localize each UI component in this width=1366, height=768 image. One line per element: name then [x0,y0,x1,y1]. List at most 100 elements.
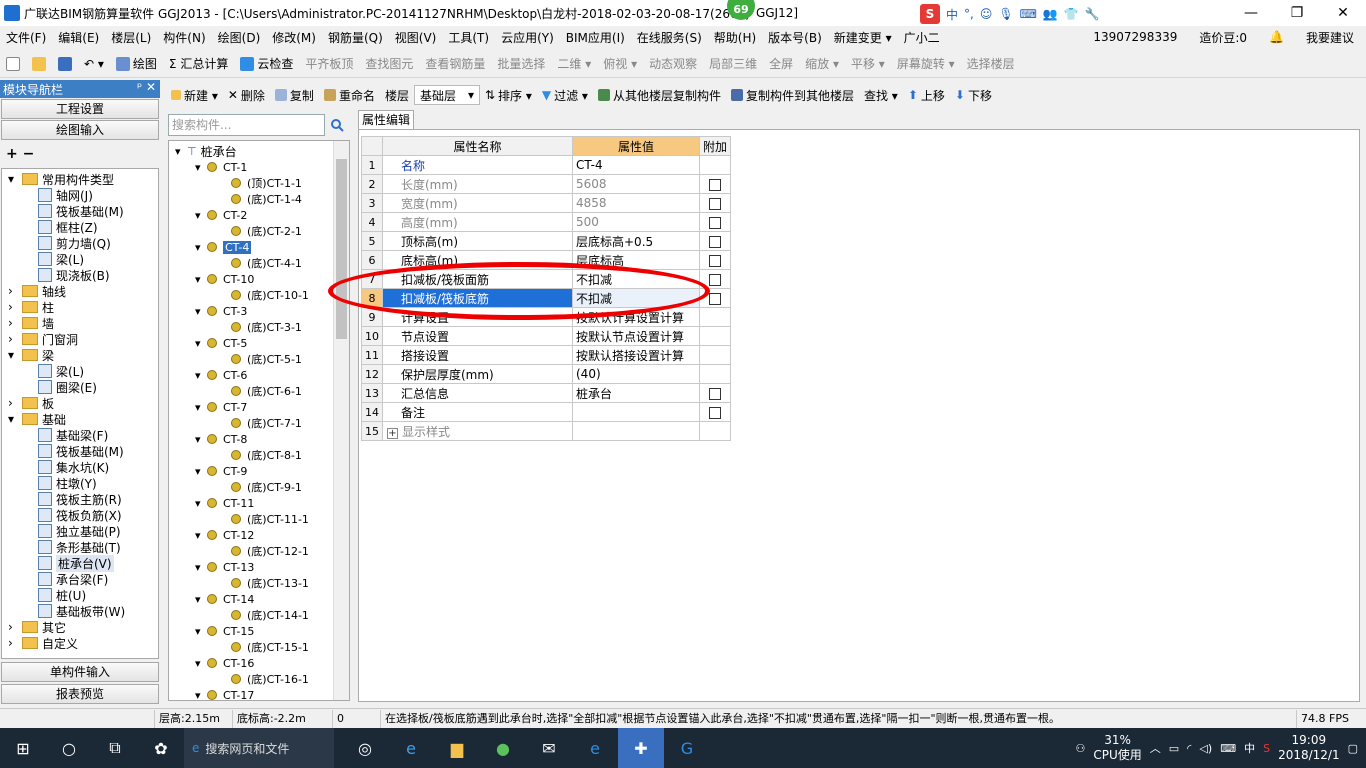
ime-users-icon[interactable]: 👥 [1043,7,1058,21]
people-icon[interactable]: ⚇ [1075,742,1085,755]
component-item[interactable]: ▾ CT-7 [195,399,247,415]
nav-tree-item[interactable]: › 其它 [8,619,66,635]
batch-select-button[interactable]: 批量选择 [491,55,551,72]
nav-tree-item[interactable]: › 门窗洞 [8,331,78,347]
nav-tree-item[interactable]: 独立基础(P) [38,523,121,539]
expand-arrow-icon[interactable]: ▾ [8,412,22,426]
orbit-button[interactable]: 动态观察 [643,55,703,72]
menu-new-change[interactable]: 新建变更 ▾ [828,29,898,46]
expand-icon[interactable]: + [387,427,398,439]
close-button[interactable]: ✕ [1320,0,1366,26]
property-row[interactable]: 12 保护层厚度(mm) (40) [361,364,732,384]
nav-tree-item[interactable]: ▾ 基础 [8,411,66,427]
extra-checkbox[interactable] [709,406,721,419]
expand-arrow-icon[interactable]: ▾ [8,172,22,186]
top-view-button[interactable]: 俯视 ▾ [597,55,643,72]
user-phone[interactable]: 13907298339 [1087,30,1183,44]
network-icon[interactable]: ◜ [1187,742,1191,755]
new-component-button[interactable]: 新建 ▾ [166,87,223,104]
expand-arrow-icon[interactable]: ▾ [195,305,207,318]
component-item[interactable]: ▾ CT-12 [195,527,254,543]
menu-help[interactable]: 帮助(H) [708,29,762,46]
menu-bim[interactable]: BIM应用(I) [560,29,631,46]
menu-edit[interactable]: 编辑(E) [52,29,105,46]
component-item[interactable]: ▾ CT-8 [195,431,247,447]
expand-arrow-icon[interactable]: ▾ [195,337,207,350]
new-file-icon[interactable] [0,56,26,71]
collapse-arrow-icon[interactable]: › [8,332,22,346]
nav-tree-item[interactable]: 框柱(Z) [38,219,98,235]
menu-version[interactable]: 版本号(B) [762,29,828,46]
filter-button[interactable]: ▼ 过滤 ▾ [537,87,593,104]
nav-tree-item[interactable]: 承台梁(F) [38,571,108,587]
nav-tree-item[interactable]: 桩承台(V) [38,554,114,572]
nav-tree-item[interactable]: › 自定义 [8,635,78,651]
select-floor-button[interactable]: 选择楼层 [961,55,1021,72]
property-row[interactable]: 10 节点设置 按默认节点设置计算 [361,326,732,346]
open-file-icon[interactable] [26,56,52,71]
component-item[interactable]: ▾ CT-4 [195,239,252,255]
expand-arrow-icon[interactable]: ▾ [195,593,207,606]
single-component-button[interactable]: 单构件输入 [1,662,159,682]
component-item[interactable]: ▾ CT-6 [195,367,247,383]
ie-icon[interactable]: e [388,728,434,768]
collapse-arrow-icon[interactable]: › [8,396,22,410]
ime-voice-icon[interactable]: 🎙 [998,7,1013,21]
component-item[interactable]: (底)CT-4-1 [231,255,302,271]
nav-tree-item[interactable]: 现浇板(B) [38,267,110,283]
component-item[interactable]: (底)CT-8-1 [231,447,302,463]
file-explorer-icon[interactable]: ▆ [434,728,480,768]
align-slab-top-button[interactable]: 平齐板顶 [299,55,359,72]
rename-button[interactable]: 重命名 [319,87,380,104]
expand-arrow-icon[interactable]: ▾ [195,209,207,222]
collapse-arrow-icon[interactable]: › [8,284,22,298]
app-notify-icon[interactable]: ◎ [342,728,388,768]
nav-tree-item[interactable]: 筏板主筋(R) [38,491,122,507]
property-value[interactable]: 500 [572,212,700,232]
menu-guangxiaoer[interactable]: 广小二 [898,29,946,46]
report-preview-button[interactable]: 报表预览 [1,684,159,704]
component-item[interactable]: ▾ CT-10 [195,271,254,287]
ime-skin-icon[interactable]: 👕 [1064,7,1079,21]
expand-arrow-icon[interactable]: ▾ [195,401,207,414]
ime-punctuation-icon[interactable]: °, [964,7,974,21]
property-value[interactable]: 按默认节点设置计算 [572,326,700,346]
view-rebar-button[interactable]: 查看钢筋量 [419,55,491,72]
component-item[interactable]: (顶)CT-1-1 [231,175,302,191]
extra-checkbox[interactable] [709,292,721,305]
property-row[interactable]: 2 长度(mm) 5608 [361,174,732,194]
minimize-button[interactable]: — [1228,0,1274,26]
extra-checkbox[interactable] [709,178,721,191]
pan-button[interactable]: 平移 ▾ [845,55,891,72]
mail-icon[interactable]: ✉ [526,728,572,768]
expand-arrow-icon[interactable]: ▾ [195,625,207,638]
nav-pin-close[interactable]: ᵖ ✕ [137,80,156,94]
expand-arrow-icon[interactable]: ▾ [195,529,207,542]
property-row[interactable]: 5 顶标高(m) 层底标高+0.5 [361,231,732,251]
cortana-icon[interactable]: ○ [46,728,92,768]
property-row[interactable]: 14 备注 [361,402,732,422]
expand-arrow-icon[interactable]: ▾ [195,369,207,382]
ime-emoji-icon[interactable]: ☺ [980,7,993,21]
active-app-icon[interactable]: ✚ [618,728,664,768]
sogou-ime-icon[interactable]: S [920,4,940,24]
nav-tree-item[interactable]: ▾ 梁 [8,347,54,363]
battery-icon[interactable]: ▭ [1169,742,1179,755]
property-value[interactable]: CT-4 [572,155,700,175]
expand-arrow-icon[interactable]: ▾ [195,161,207,174]
nav-tree-item[interactable]: 筏板基础(M) [38,203,124,219]
clock[interactable]: 19:09 2018/12/1 [1278,733,1340,763]
expand-arrow-icon[interactable]: ▾ [195,689,207,701]
move-down-button[interactable]: ⬇ 下移 [950,87,997,104]
component-item[interactable]: (底)CT-12-1 [231,543,309,559]
expand-arrow-icon[interactable]: ▾ [8,348,22,362]
volume-icon[interactable]: ◁) [1199,742,1212,755]
component-search-input[interactable]: 搜索构件... [168,114,325,136]
expand-collapse-icons[interactable]: + − [6,146,34,162]
tray-expand-icon[interactable]: ︿ [1150,740,1161,756]
extra-checkbox[interactable] [709,197,721,210]
glodon-icon[interactable]: G [664,728,710,768]
move-up-button[interactable]: ⬆ 上移 [903,87,950,104]
nav-tree-item[interactable]: › 墙 [8,315,54,331]
pinwheel-app-icon[interactable]: ✿ [138,728,184,768]
